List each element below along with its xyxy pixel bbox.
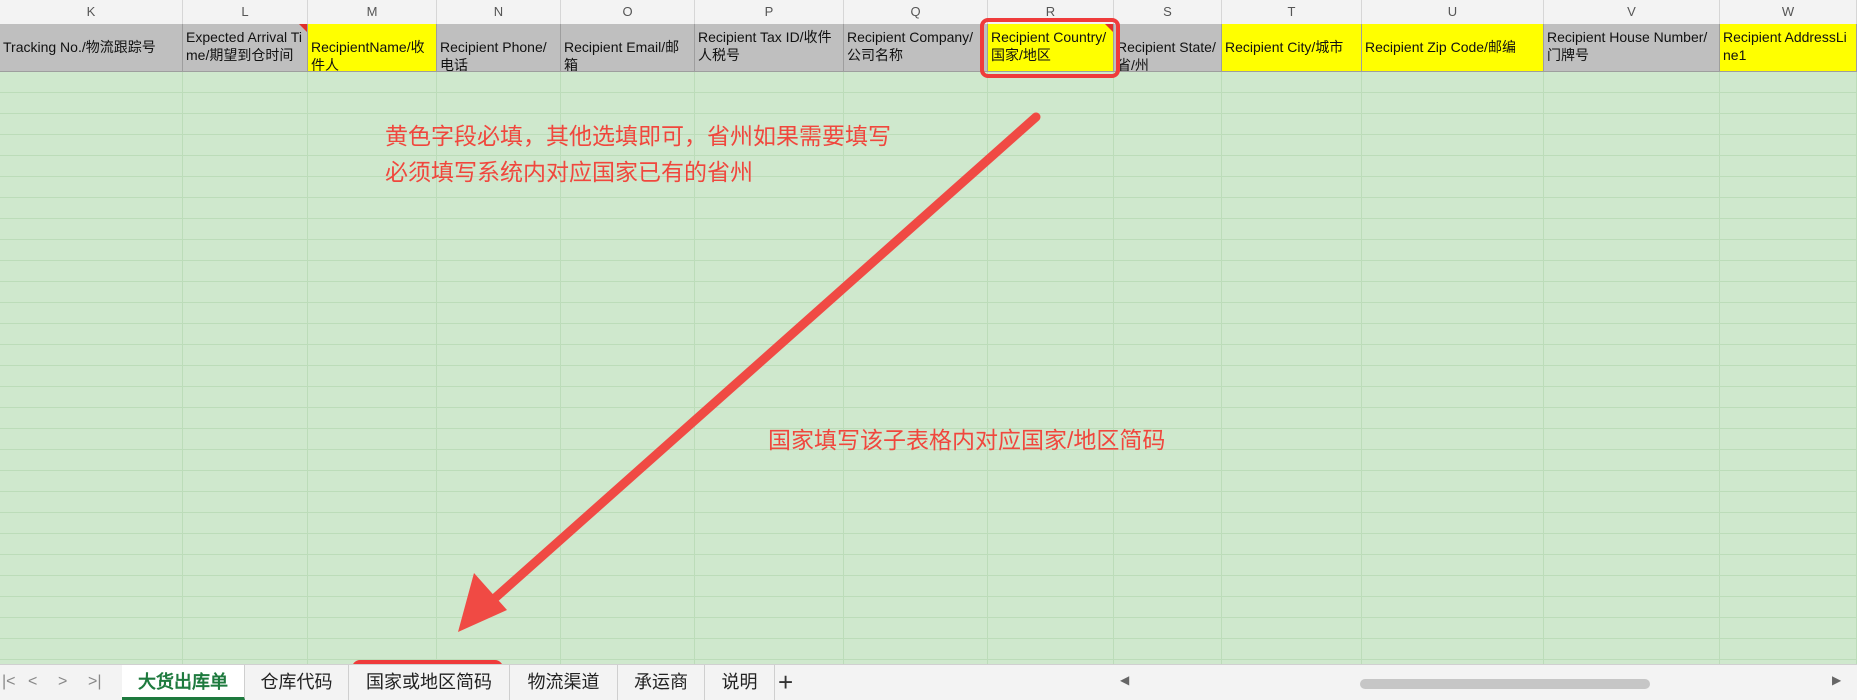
sheet-tab-3[interactable]: 国家或地区简码 (349, 665, 510, 700)
sheet-tab-2[interactable]: 仓库代码 (245, 665, 349, 700)
scroll-right-icon[interactable]: ▶ (1832, 673, 1841, 687)
sheet-tab-5[interactable]: 承运商 (618, 665, 705, 700)
add-sheet-icon[interactable]: + (778, 667, 793, 698)
scroll-left-icon[interactable]: ◀ (1120, 673, 1129, 687)
sheet-tab-6[interactable]: 说明 (705, 665, 775, 700)
sheet-tab-1[interactable]: 大货出库单 (122, 665, 245, 700)
sheet-tab-4[interactable]: 物流渠道 (510, 665, 618, 700)
last-sheet-button[interactable]: >| (88, 673, 102, 691)
first-sheet-button[interactable]: |< (2, 673, 16, 691)
prev-sheet-button[interactable]: < (28, 673, 37, 691)
red-arrow-icon (458, 112, 1041, 632)
next-sheet-button[interactable]: > (58, 673, 67, 691)
scrollbar-thumb[interactable] (1360, 679, 1650, 689)
horizontal-scrollbar[interactable]: ◀ ▶ (1120, 665, 1857, 700)
sheet-tab-bar: |< < > >| 大货出库单 仓库代码 国家或地区简码 物流渠道 承运商 说明 + ◀ … (0, 664, 1857, 700)
